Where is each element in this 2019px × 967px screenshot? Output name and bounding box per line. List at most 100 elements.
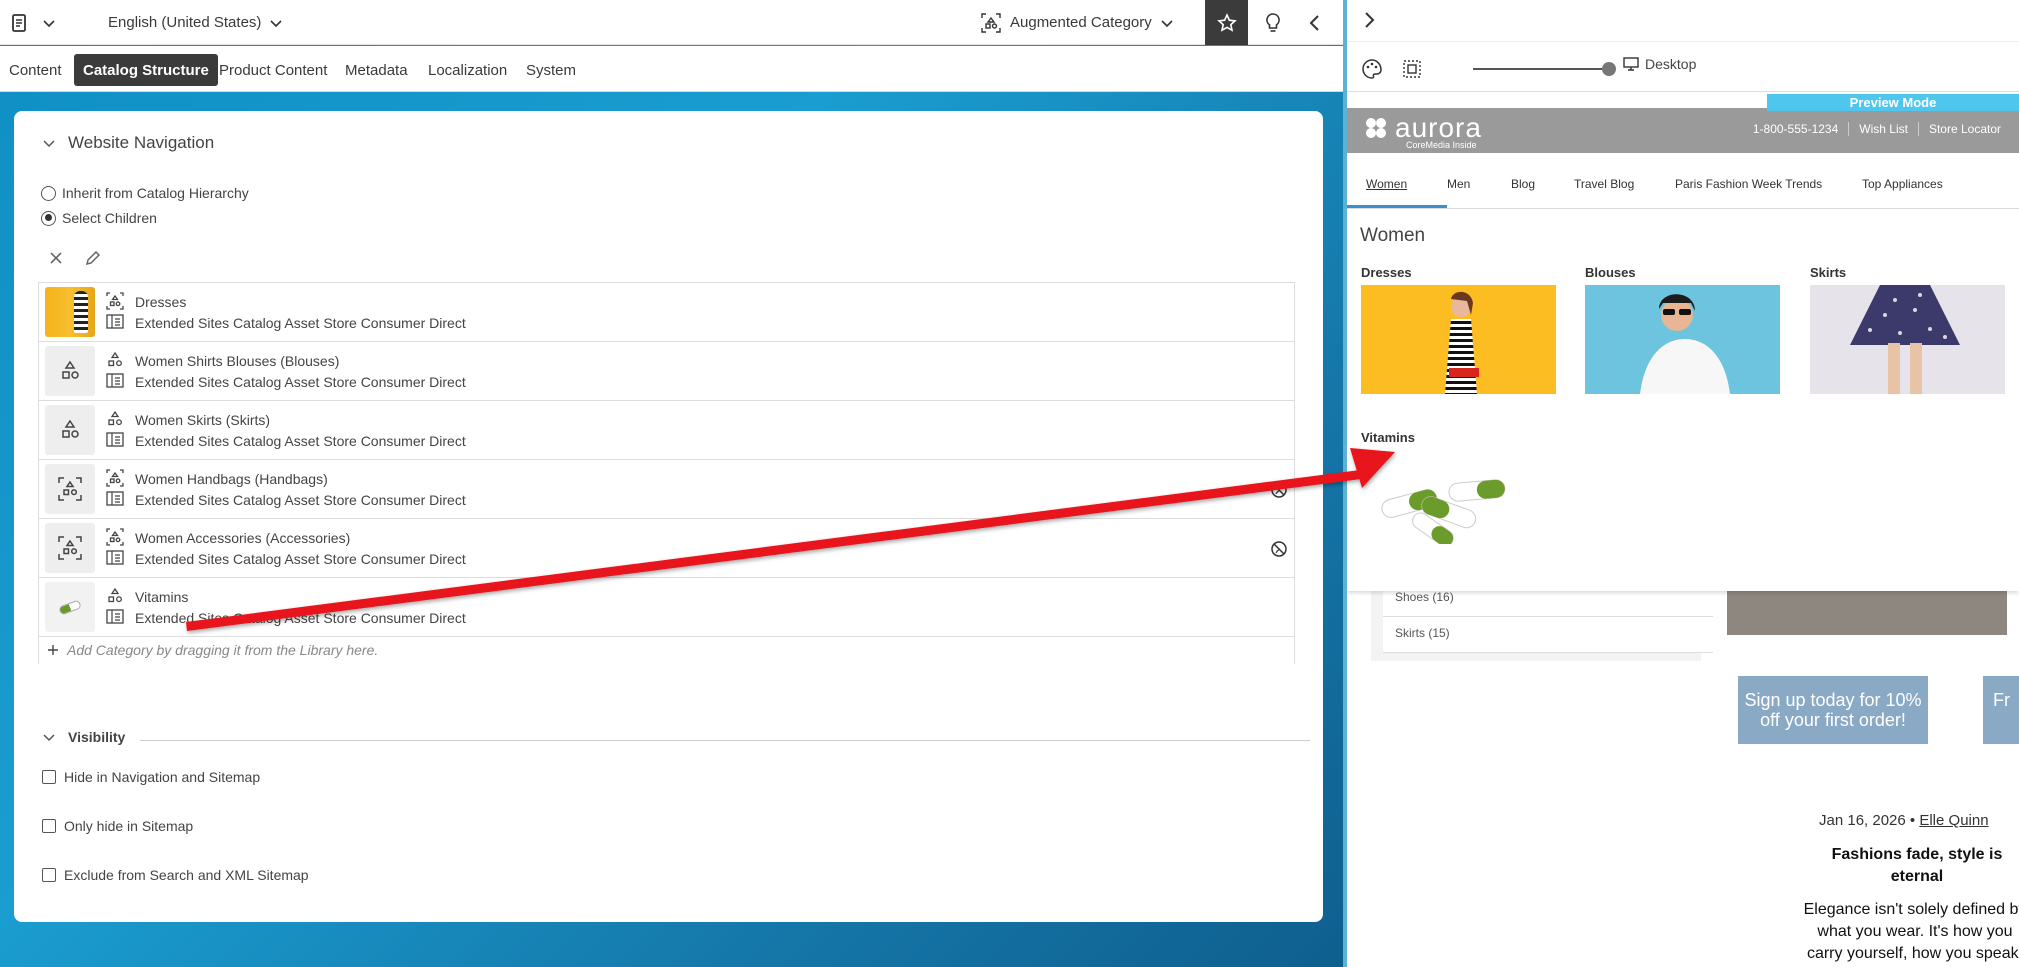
tab-product-content[interactable]: Product Content [210, 54, 336, 86]
zoom-slider-handle[interactable] [1602, 62, 1616, 76]
checkbox-label: Hide in Navigation and Sitemap [64, 769, 261, 785]
checkbox-hide-sitemap[interactable]: Only hide in Sitemap [42, 818, 193, 834]
radio-inherit-hierarchy[interactable]: Inherit from Catalog Hierarchy [41, 185, 249, 201]
add-category-dropzone[interactable]: Add Category by dragging it from the Lib… [38, 636, 1295, 664]
nav-blog[interactable]: Blog [1511, 177, 1535, 191]
thumbnail [45, 287, 95, 337]
checkbox[interactable] [42, 770, 56, 784]
chevron-down-icon [43, 140, 55, 148]
tab-catalog-structure[interactable]: Catalog Structure [74, 54, 218, 86]
category-icon [108, 351, 122, 367]
section-title: Website Navigation [68, 133, 215, 152]
studio-pane: English (United States) Augmented Catego… [0, 0, 1343, 967]
blog-date: Jan 16, 2026 [1819, 812, 1906, 829]
content-type-selector[interactable]: Augmented Category [980, 0, 1174, 45]
active-nav-indicator [1347, 205, 1447, 208]
disabled-globe-icon [1271, 482, 1287, 498]
preview-pane: Desktop aurora CoreMedia Inside 1-800-55… [1347, 0, 2019, 967]
item-name: Women Skirts (Skirts) [135, 412, 271, 428]
tab-content[interactable]: Content [0, 54, 71, 86]
signup-promo-banner[interactable]: Sign up today for 10% off your first ord… [1738, 676, 1928, 744]
store-locator-link[interactable]: Store Locator [1917, 122, 2011, 136]
phone-link[interactable]: 1-800-555-1234 [1743, 122, 1848, 136]
document-icon[interactable] [8, 0, 30, 45]
checkbox[interactable] [42, 868, 56, 882]
tab-localization[interactable]: Localization [419, 54, 516, 86]
dresses-image[interactable] [1361, 285, 1556, 394]
list-item[interactable]: Women Skirts (Skirts) Extended Sites Cat… [39, 401, 1294, 460]
checkbox-hide-navigation[interactable]: Hide in Navigation and Sitemap [42, 769, 260, 785]
augmented-category-icon [106, 469, 124, 487]
item-catalog: Extended Sites Catalog Asset Store Consu… [135, 610, 466, 626]
device-label: Desktop [1645, 56, 1697, 72]
radio-button[interactable] [41, 210, 56, 226]
checkbox[interactable] [42, 819, 56, 833]
catalog-icon [106, 609, 124, 624]
category-label-vitamins[interactable]: Vitamins [1361, 430, 1415, 445]
background-image [1727, 591, 2007, 635]
studio-toolbar: English (United States) Augmented Catego… [0, 0, 1343, 45]
radio-button[interactable] [41, 185, 56, 201]
tab-metadata[interactable]: Metadata [336, 54, 417, 86]
nav-top-appliances[interactable]: Top Appliances [1862, 177, 1943, 191]
site-navigation: Women Men Blog Travel Blog Paris Fashion… [1347, 165, 2019, 209]
catalog-icon [106, 314, 124, 329]
promo-banner-partial[interactable]: Fr [1983, 676, 2019, 744]
item-catalog: Extended Sites Catalog Asset Store Consu… [135, 315, 466, 331]
sidebar-item-skirts[interactable]: Skirts (15) [1383, 617, 1713, 653]
radio-label: Inherit from Catalog Hierarchy [62, 185, 249, 201]
website-navigation-header[interactable]: Website Navigation [42, 133, 214, 153]
item-name: Women Handbags (Handbags) [135, 471, 328, 487]
wish-list-link[interactable]: Wish List [1848, 122, 1918, 136]
checkbox-exclude-search[interactable]: Exclude from Search and XML Sitemap [42, 867, 309, 883]
chevron-down-icon[interactable] [42, 0, 56, 45]
blog-author-link[interactable]: Elle Quinn [1919, 812, 1988, 829]
blog-title[interactable]: Fashions fade, style is eternal [1817, 844, 2017, 888]
select-frame-icon[interactable] [1402, 59, 1422, 79]
bookmark-star-button[interactable] [1205, 0, 1248, 45]
list-item[interactable]: Dresses Extended Sites Catalog Asset Sto… [39, 283, 1294, 342]
nav-men[interactable]: Men [1447, 177, 1470, 191]
list-item[interactable]: Women Handbags (Handbags) Extended Sites… [39, 460, 1294, 519]
category-label-blouses[interactable]: Blouses [1585, 265, 1636, 280]
form-card: Website Navigation Inherit from Catalog … [14, 111, 1323, 922]
preview-toolbar: Desktop [1347, 46, 2019, 92]
nav-travel-blog[interactable]: Travel Blog [1574, 177, 1634, 191]
palette-icon[interactable] [1361, 58, 1383, 80]
device-selector[interactable]: Desktop [1623, 56, 1696, 72]
collapse-left-icon[interactable] [1300, 0, 1330, 45]
expand-right-icon[interactable] [1361, 10, 1377, 30]
item-name: Women Shirts Blouses (Blouses) [135, 353, 340, 369]
bulb-icon[interactable] [1258, 0, 1288, 45]
zoom-slider[interactable] [1473, 68, 1607, 70]
radio-select-children[interactable]: Select Children [41, 210, 157, 226]
list-item[interactable]: Vitamins Extended Sites Catalog Asset St… [39, 578, 1294, 637]
list-item[interactable]: Women Accessories (Accessories) Extended… [39, 519, 1294, 578]
blog-meta: Jan 16, 2026 • Elle Quinn [1819, 812, 1989, 829]
nav-paris-fashion-week[interactable]: Paris Fashion Week Trends [1675, 177, 1822, 191]
item-name: Dresses [135, 294, 187, 310]
aurora-logo[interactable]: aurora CoreMedia Inside [1363, 112, 1482, 150]
visibility-header[interactable]: Visibility [42, 729, 125, 745]
catalog-icon [106, 491, 124, 506]
list-toolbar [48, 249, 102, 267]
item-name: Vitamins [135, 589, 189, 605]
edit-pencil-icon[interactable] [84, 249, 102, 267]
category-label-skirts[interactable]: Skirts [1810, 265, 1846, 280]
catalog-icon [106, 550, 124, 565]
nav-women[interactable]: Women [1366, 177, 1407, 191]
clover-logo-icon [1366, 118, 1386, 138]
category-label-dresses[interactable]: Dresses [1361, 265, 1412, 280]
logo-tagline: CoreMedia Inside [1406, 140, 1477, 150]
radio-label: Select Children [62, 210, 157, 226]
star-icon [1216, 12, 1237, 32]
blouses-image[interactable] [1585, 285, 1780, 394]
language-selector[interactable]: English (United States) [108, 0, 283, 45]
tab-system[interactable]: System [517, 54, 585, 86]
category-icon [108, 587, 122, 603]
vitamins-image[interactable] [1371, 472, 1511, 547]
skirts-image[interactable] [1810, 285, 2005, 394]
item-name: Women Accessories (Accessories) [135, 530, 351, 546]
remove-icon[interactable] [48, 250, 64, 266]
list-item[interactable]: Women Shirts Blouses (Blouses) Extended … [39, 342, 1294, 401]
